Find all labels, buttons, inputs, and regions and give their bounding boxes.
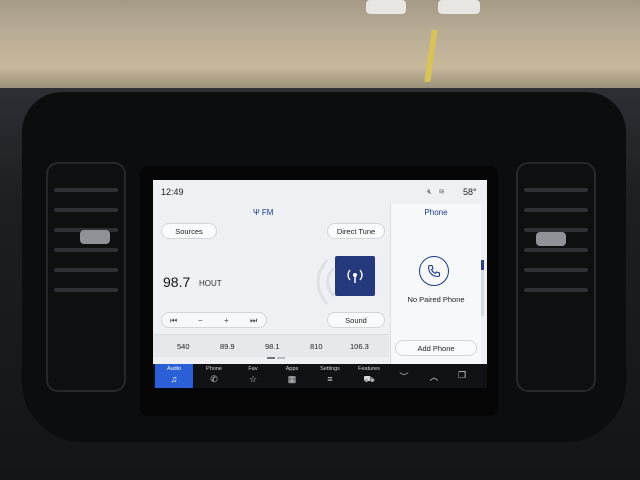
phone-panel: Phone No Paired Phone Add Phone: [390, 204, 481, 364]
radio-tower-icon: [347, 269, 363, 283]
nav-features[interactable]: Features ⛟: [350, 364, 388, 388]
preset-item[interactable]: 810: [310, 342, 323, 351]
nav-split-view[interactable]: ❐: [443, 364, 481, 388]
left-air-vent[interactable]: [46, 162, 126, 392]
phone-status: No Paired Phone: [407, 295, 465, 304]
direct-tune-button[interactable]: Direct Tune: [327, 223, 385, 239]
add-phone-button[interactable]: Add Phone: [395, 340, 477, 356]
settings-sliders-icon: ≡: [327, 374, 333, 384]
outside-temperature: 58°: [463, 187, 477, 197]
vehicle-icon: ⛟: [363, 374, 375, 384]
radio-panel: Ψ FM Sources Direct Tune 98.7 HOUT ⏮ − +…: [153, 204, 389, 364]
clock: 12:49: [161, 187, 184, 197]
station-art: [335, 256, 375, 296]
windshield-view: [0, 0, 640, 96]
nav-phone[interactable]: Phone ✆: [195, 364, 233, 388]
apps-grid-icon: ▦: [287, 374, 297, 384]
preset-item[interactable]: 106.3: [350, 342, 369, 351]
music-note-icon: ♫: [170, 374, 178, 384]
station-frequency: 98.7: [163, 274, 191, 290]
preset-item[interactable]: 98.1: [265, 342, 280, 351]
nav-settings[interactable]: Settings ≡: [311, 364, 349, 388]
radio-antenna-icon: Ψ: [253, 208, 260, 217]
tune-down-button[interactable]: −: [198, 316, 203, 325]
preset-item[interactable]: 540: [177, 342, 190, 351]
band-label: FM: [261, 208, 274, 217]
wifi-icon: ≋: [438, 187, 445, 196]
phone-icon: [419, 256, 449, 286]
left-vent-knob[interactable]: [80, 230, 110, 244]
nav-fav[interactable]: Fav ☆: [234, 364, 272, 388]
sound-button[interactable]: Sound: [327, 312, 385, 328]
tune-up-button[interactable]: +: [224, 316, 229, 325]
phone-panel-title: Phone: [424, 208, 448, 217]
sources-button[interactable]: Sources: [161, 223, 217, 239]
scrollbar-thumb[interactable]: [481, 260, 484, 270]
bottom-nav-bar: Audio ♫ Phone ✆ Fav ☆ Apps ▦ Settings ≡ …: [153, 364, 487, 388]
mute-icon: 🔇︎: [427, 187, 433, 196]
preset-item[interactable]: 89.9: [220, 342, 235, 351]
status-bar: 12:49 🔇︎ ≋ 58°: [153, 180, 487, 204]
star-icon: ☆: [248, 374, 258, 384]
station-callsign: HOUT: [199, 279, 222, 288]
infotainment-screen: 12:49 🔇︎ ≋ 58° Ψ FM Sources Direct Tune …: [153, 180, 487, 388]
tune-controls: ⏮ − + ⏭: [161, 312, 267, 328]
seek-back-button[interactable]: ⏮: [170, 316, 177, 326]
split-view-icon: ❐: [457, 370, 467, 380]
phone-handset-icon: ✆: [210, 374, 218, 384]
right-vent-knob[interactable]: [536, 232, 566, 246]
right-air-vent[interactable]: [516, 162, 596, 392]
nav-audio[interactable]: Audio ♫: [155, 364, 193, 388]
nav-apps[interactable]: Apps ▦: [273, 364, 311, 388]
preset-page-indicator: [267, 352, 287, 361]
seek-forward-button[interactable]: ⏭: [250, 316, 257, 326]
